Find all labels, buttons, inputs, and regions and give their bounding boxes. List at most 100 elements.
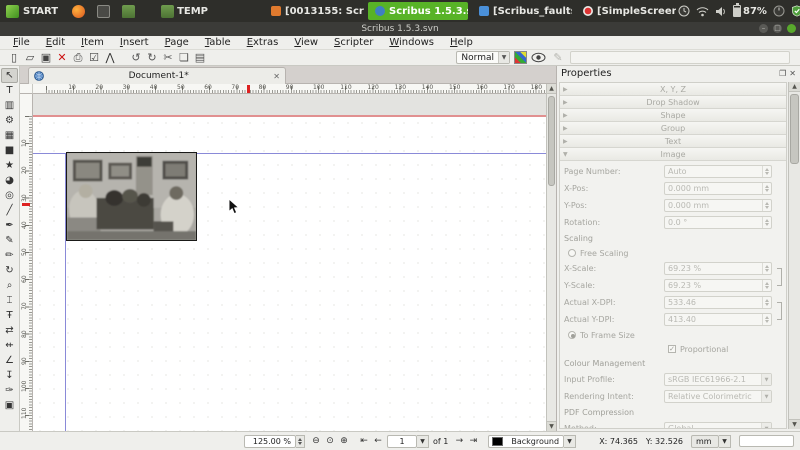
arc-tool[interactable]: ◕ xyxy=(1,173,18,188)
shield-update-icon[interactable] xyxy=(791,5,800,17)
section-image[interactable]: ▼ Image xyxy=(560,148,786,161)
x-pos-field[interactable]: 0.000 mm xyxy=(664,182,772,195)
bezier-curve-tool[interactable]: ✒ xyxy=(1,218,18,233)
layer-indicator[interactable]: Background xyxy=(488,434,565,448)
save-icon[interactable]: ▣ xyxy=(38,51,54,65)
print-icon[interactable]: ⎙ xyxy=(70,51,86,65)
layer-select[interactable]: Normal ▼ xyxy=(456,51,510,64)
story-editor-tool[interactable]: Ŧ xyxy=(1,308,18,323)
taskbar-window-3[interactable]: [SimpleScreenR... xyxy=(576,2,676,20)
calligraphic-line-tool[interactable]: ✏ xyxy=(1,248,18,263)
actual-x-dpi-spin-buttons[interactable] xyxy=(762,297,771,308)
copy-icon[interactable]: ❏ xyxy=(176,51,192,65)
vertical-ruler[interactable]: 10 20 30 40 50 60 70 80 90 100 110 xyxy=(20,94,33,431)
actual-y-dpi-spin-buttons[interactable] xyxy=(762,314,771,325)
copy-properties-tool[interactable]: ↧ xyxy=(1,368,18,383)
polygon-tool[interactable]: ★ xyxy=(1,158,18,173)
render-frame-tool[interactable]: ⚙ xyxy=(1,113,18,128)
input-profile-field[interactable]: sRGB IEC61966-2.1 ▼ xyxy=(664,373,772,386)
x-scale-field[interactable]: 69.23 % xyxy=(664,262,772,275)
shape-tool[interactable]: ■ xyxy=(1,143,18,158)
spiral-tool[interactable]: ◎ xyxy=(1,188,18,203)
redo-icon[interactable]: ↻ xyxy=(144,51,160,65)
zoom-spin-buttons[interactable] xyxy=(296,434,305,448)
window-titlebar[interactable]: Scribus 1.5.3.svn – □ xyxy=(0,22,800,36)
unit-select[interactable]: mm xyxy=(691,434,719,448)
image-frame[interactable] xyxy=(66,152,197,241)
first-page-icon[interactable]: ⇤ xyxy=(357,434,371,448)
rotate-item-tool[interactable]: ↻ xyxy=(1,263,18,278)
zoom-in-icon[interactable]: ⊕ xyxy=(337,434,351,448)
previous-page-icon[interactable]: ← xyxy=(371,434,385,448)
y-scale-spin-buttons[interactable] xyxy=(762,280,771,291)
cut-icon[interactable]: ✂ xyxy=(160,51,176,65)
firefox-launcher[interactable] xyxy=(66,0,91,22)
pdf-export-icon[interactable]: ⋀ xyxy=(102,51,118,65)
preflight-verifier-icon[interactable]: ☑ xyxy=(86,51,102,65)
canvas-scroll-thumb[interactable] xyxy=(548,96,555,186)
actual-y-dpi-field[interactable]: 413.40 xyxy=(664,313,772,326)
properties-header[interactable]: Properties ❐ ✕ xyxy=(557,66,800,81)
page-number-spin-buttons[interactable] xyxy=(762,166,771,177)
maximize-button[interactable]: □ xyxy=(773,24,782,33)
panel-scrollbar[interactable]: ▲ ▼ xyxy=(788,82,800,429)
quick-search-field[interactable] xyxy=(570,51,790,64)
page-number-field[interactable]: 1 xyxy=(387,434,417,448)
last-page-icon[interactable]: ⇥ xyxy=(466,434,480,448)
edit-contents-tool[interactable]: ⌶ xyxy=(1,293,18,308)
proportional-checkbox[interactable]: ✓ xyxy=(668,345,676,353)
taskbar-window-0[interactable]: [0013155: Scrib... xyxy=(264,2,364,20)
panel-float-icon[interactable]: ❐ xyxy=(779,69,786,78)
pdf-tools[interactable]: ▣ xyxy=(1,398,18,413)
document-tab[interactable]: Document-1* ✕ xyxy=(28,67,286,84)
freehand-line-tool[interactable]: ✎ xyxy=(1,233,18,248)
taskbar-window-2[interactable]: [Scribus_faults.... xyxy=(472,2,572,20)
canvas[interactable] xyxy=(33,94,546,431)
new-document-icon[interactable]: ▯ xyxy=(6,51,22,65)
text-frame-tool[interactable]: T xyxy=(1,83,18,98)
actual-x-dpi-field[interactable]: 533.46 xyxy=(664,296,772,309)
taskbar-window-1[interactable]: Scribus 1.5.3.svn xyxy=(368,2,468,20)
menu-file[interactable]: File xyxy=(6,37,37,48)
image-frame-tool[interactable]: ▥ xyxy=(1,98,18,113)
menu-page[interactable]: Page xyxy=(158,37,196,48)
tab-close-icon[interactable]: ✕ xyxy=(273,72,280,81)
wifi-icon[interactable] xyxy=(696,6,709,17)
table-tool[interactable]: ▦ xyxy=(1,128,18,143)
page-number-field[interactable]: Auto xyxy=(664,165,772,178)
start-button[interactable]: START xyxy=(0,0,66,22)
unlink-text-frames-tool[interactable]: ⇷ xyxy=(1,338,18,353)
x-pos-spin-buttons[interactable] xyxy=(762,183,771,194)
color-management-toggle-icon[interactable] xyxy=(514,51,527,64)
preview-mode-eye-icon[interactable] xyxy=(531,52,546,63)
panel-scroll-up-icon[interactable]: ▲ xyxy=(789,82,800,92)
menu-edit[interactable]: Edit xyxy=(39,37,72,48)
undo-icon[interactable]: ↺ xyxy=(128,51,144,65)
eyedropper-tool[interactable]: ✑ xyxy=(1,383,18,398)
y-pos-field[interactable]: 0.000 mm xyxy=(664,199,772,212)
section-x-y-z[interactable]: ▶ X, Y, Z xyxy=(560,83,786,96)
menu-scripter[interactable]: Scripter xyxy=(327,37,380,48)
line-tool[interactable]: ╱ xyxy=(1,203,18,218)
link-text-frames-tool[interactable]: ⇄ xyxy=(1,323,18,338)
panel-close-icon[interactable]: ✕ xyxy=(789,69,796,78)
paste-icon[interactable]: ▤ xyxy=(192,51,208,65)
close-window-button[interactable] xyxy=(787,24,796,33)
scroll-up-icon[interactable]: ▲ xyxy=(547,84,556,94)
open-document-icon[interactable]: ▱ xyxy=(22,51,38,65)
next-page-icon[interactable]: → xyxy=(452,434,466,448)
menu-item[interactable]: Item xyxy=(74,37,111,48)
y-scale-field[interactable]: 69.23 % xyxy=(664,279,772,292)
panel-scroll-down-icon[interactable]: ▼ xyxy=(789,419,800,429)
menu-view[interactable]: View xyxy=(287,37,325,48)
compression-method-field[interactable]: Global ▼ xyxy=(664,422,772,428)
ruler-corner[interactable] xyxy=(20,84,33,94)
rendering-intent-field[interactable]: Relative Colorimetric ▼ xyxy=(664,390,772,403)
canvas-vertical-scrollbar[interactable]: ▲ ▼ xyxy=(546,84,556,431)
menu-windows[interactable]: Windows xyxy=(382,37,441,48)
files-launcher[interactable] xyxy=(116,0,141,22)
to-frame-size-radio[interactable] xyxy=(568,331,576,339)
screenshot-launcher[interactable] xyxy=(91,0,116,22)
temp-folder-button[interactable]: TEMP xyxy=(155,0,214,22)
menu-extras[interactable]: Extras xyxy=(240,37,286,48)
